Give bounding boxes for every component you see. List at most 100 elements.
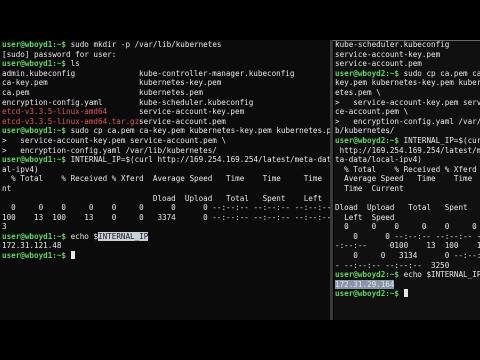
shell-prompt: user@wboyd1:~$ xyxy=(2,155,67,165)
command-text: sudo mkdir -p /var/lib/kubernetes xyxy=(66,40,222,49)
output-text: > service-account-key.pem service-accoun… xyxy=(2,135,227,145)
terminal-pane-right[interactable]: kube-scheduler.kubeconfig service-account… xyxy=(334,40,480,320)
terminal-line: 0 0 --:--:-- --:--:-- - xyxy=(335,232,480,242)
command-text: sudo cp ca.pem ca- xyxy=(399,68,480,78)
shell-prompt: user@wboyd2:~$ xyxy=(335,135,400,145)
ls-entry: kubernetes.pem xyxy=(139,87,204,97)
output-text: nt xyxy=(2,183,12,193)
terminal-line: - --:--:-- --:--:-- 3250 xyxy=(335,261,480,271)
shell-prompt: user@wboyd1:~$ xyxy=(2,59,67,69)
output-text: Dload Upload Total Spent xyxy=(335,203,468,213)
pane-divider[interactable] xyxy=(330,40,333,320)
output-text: service-account-key.pem xyxy=(335,49,441,59)
terminal-line: etes.pem \ xyxy=(335,88,480,98)
ls-entry: ca-key.pem xyxy=(2,78,48,88)
terminal-line: encryption-config.yaml kube-scheduler.kub… xyxy=(2,98,331,108)
terminal-line: key.pem kubernetes-key.pem kubern xyxy=(335,78,480,88)
output-text: etes.pem \ xyxy=(335,87,381,97)
terminal-line: 100 13 100 13 0 0 3374 0 --:--:-- --:--:… xyxy=(2,213,331,223)
terminal-line: user@wboyd1:~$ sudo mkdir -p /var/lib/ku… xyxy=(2,40,331,50)
ls-entry: kube-controller-manager.kubeconfig xyxy=(139,68,295,78)
terminal-line: etcd-v3.3.5-linux-amd64.tar.gz service-ac… xyxy=(2,117,331,127)
output-text: % Total % Received % Xferd xyxy=(335,164,477,174)
terminal-line: % Total % Received % Xferd xyxy=(335,165,480,175)
terminal-line: Dload Upload Total Spent xyxy=(335,203,480,213)
output-text: > encryption-config.yaml /var/li xyxy=(335,116,480,126)
output-text: Time Current xyxy=(335,183,404,193)
terminal-line: > service-account-key.pem service-accoun… xyxy=(2,136,331,146)
terminal-line: service-account.pem xyxy=(335,59,480,69)
terminal-pane-left[interactable]: user@wboyd1:~$ sudo mkdir -p /var/lib/ku… xyxy=(0,40,331,320)
output-text: http://169.254.169.254/latest/me xyxy=(335,145,480,155)
terminal-line: 172.31.121.48 xyxy=(2,241,331,251)
terminal-line: Average Speed Time Time xyxy=(335,174,480,184)
terminal-line: 172.31.29.164 xyxy=(335,279,480,290)
terminal-line: 0 0 0 0 0 0 0 0 --:--:-- --:--:-- --:--:… xyxy=(2,203,331,213)
ls-entry: admin.kubeconfig xyxy=(2,68,76,78)
output-text: 0 0 --:--:-- --:--:-- - xyxy=(335,231,480,241)
output-text: 100 13 100 13 0 0 3374 0 --:--:-- --:--:… xyxy=(2,212,331,222)
ls-entry: ca.pem xyxy=(2,87,30,97)
terminal-line: ca-key.pem kubernetes-key.pem xyxy=(2,78,331,88)
terminal-line: -:--:-- 0100 13 100 13 xyxy=(335,241,480,251)
output-text: [sudo] password for user: xyxy=(2,49,117,59)
shell-prompt: user@wboyd1:~$ xyxy=(2,126,67,136)
terminal-line: Time Current xyxy=(335,184,480,194)
terminal-line: [sudo] password for user: xyxy=(2,50,331,60)
terminal-line: user@wboyd1:~$ ls xyxy=(2,59,331,69)
terminal-line: ta-data/local-ipv4) xyxy=(335,155,480,165)
shell-prompt: user@wboyd2:~$ xyxy=(335,68,400,78)
output-text: Left Speed xyxy=(335,212,395,222)
output-text: 0 0 3134 0 --:--:- xyxy=(335,251,480,261)
text-cursor xyxy=(70,251,75,260)
terminal-line: % Total % Received % Xferd Average Speed… xyxy=(2,174,331,184)
command-text: INTERNAL_IP=$(curl xyxy=(399,135,480,145)
terminal-line: > encryption-config.yaml /var/lib/kubern… xyxy=(2,146,331,156)
selected-text[interactable]: INTERNAL_IP xyxy=(98,231,149,241)
shell-prompt: user@wboyd1:~$ xyxy=(2,231,67,241)
terminal-line: 3 xyxy=(2,222,331,232)
shell-prompt: user@wboyd2:~$ xyxy=(335,270,400,280)
output-text: % Total % Received % Xferd Average Speed… xyxy=(2,174,331,184)
terminal-line: user@wboyd2:~$ echo $INTERNAL_IP xyxy=(335,270,480,280)
terminal-line: user@wboyd2:~$ sudo cp ca.pem ca- xyxy=(335,69,480,79)
ls-entry: etcd-v3.3.5-linux-amd64 xyxy=(2,107,108,117)
terminal-line: http://169.254.169.254/latest/me xyxy=(335,146,480,156)
text-cursor xyxy=(403,289,408,298)
ls-entry: service-account.pem xyxy=(139,116,226,126)
terminal-line: Dload Upload Total Spent Left Speed xyxy=(2,194,331,204)
command-text: sudo cp ca.pem ca-key.pem kubernetes-key… xyxy=(66,126,331,136)
terminal-line: Left Speed xyxy=(335,213,480,223)
terminal-line: ca.pem kubernetes.pem xyxy=(2,88,331,98)
terminal-line: > encryption-config.yaml /var/li xyxy=(335,117,480,127)
output-text: key.pem kubernetes-key.pem kubern xyxy=(335,78,480,88)
selected-text[interactable]: 172.31.29.164 xyxy=(335,279,395,289)
ls-entry: kubernetes-key.pem xyxy=(139,78,222,88)
terminal-line: ce-account.pem \ xyxy=(335,107,480,117)
output-text: Average Speed Time Time xyxy=(335,174,473,184)
output-text: Dload Upload Total Spent Left Speed xyxy=(2,193,331,203)
command-text: INTERNAL_IP=$(curl http://169.254.169.25… xyxy=(66,155,331,165)
terminal-line: al-ipv4) xyxy=(2,165,331,175)
terminal-line: kube-scheduler.kubeconfig xyxy=(335,40,480,50)
ls-entry: etcd-v3.3.5-linux-amd64.tar.gz xyxy=(2,116,140,126)
shell-prompt: user@wboyd2:~$ xyxy=(335,289,400,299)
terminal-line: nt xyxy=(2,184,331,194)
output-text: - --:--:-- --:--:-- 3250 xyxy=(335,260,450,270)
output-text: ta-data/local-ipv4) xyxy=(335,155,422,165)
output-text: kube-scheduler.kubeconfig xyxy=(335,40,450,49)
terminal-line: user@wboyd2:~$ xyxy=(335,289,480,299)
terminal-line: user@wboyd1:~$ xyxy=(2,251,331,261)
output-text: 0 0 0 0 0 0 xyxy=(335,222,477,232)
output-text: service-account.pem xyxy=(335,59,422,69)
terminal-line: user@wboyd1:~$ echo $INTERNAL_IP xyxy=(2,231,331,242)
active-pane-border xyxy=(333,40,480,41)
output-text: al-ipv4) xyxy=(2,164,39,174)
terminal-line: > service-account-key.pem servi xyxy=(335,98,480,108)
terminal-line: service-account-key.pem xyxy=(335,50,480,60)
command-text: echo $ xyxy=(66,231,99,241)
terminal-line: b/kubernetes/ xyxy=(335,126,480,136)
ls-entry: kube-scheduler.kubeconfig xyxy=(139,97,254,107)
terminal-line: user@wboyd1:~$ INTERNAL_IP=$(curl http:/… xyxy=(2,155,331,165)
